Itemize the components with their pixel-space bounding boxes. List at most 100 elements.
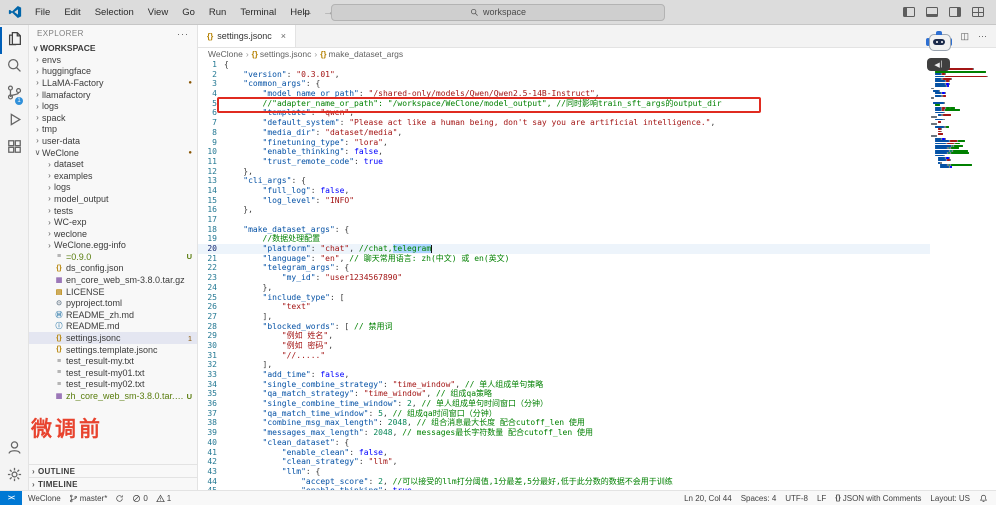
customize-layout-icon[interactable] bbox=[972, 7, 984, 17]
code-line-19[interactable]: //数据处理配置 bbox=[224, 234, 928, 244]
code-line-11[interactable]: "trust_remote_code": true bbox=[224, 157, 928, 167]
code-line-31[interactable]: "//....." bbox=[224, 351, 928, 361]
tree-item-weclone[interactable]: ›weclone bbox=[29, 228, 197, 240]
code-line-36[interactable]: "single_combine_time_window": 2, // 单人组成… bbox=[224, 399, 928, 409]
code-line-32[interactable]: ], bbox=[224, 360, 928, 370]
tree-item-weclone.egg-info[interactable]: ›WeClone.egg-info bbox=[29, 240, 197, 252]
code-line-38[interactable]: "combine_msg_max_length": 2048, // 组合消息最… bbox=[224, 418, 928, 428]
activity-run-and-debug[interactable] bbox=[0, 108, 28, 135]
activity-search[interactable] bbox=[0, 54, 28, 81]
code-line-21[interactable]: "language": "en", // 聊天常用语言: zh(中文) 或 en… bbox=[224, 254, 928, 264]
tree-item-weclone[interactable]: ∨WeClone● bbox=[29, 147, 197, 159]
code-line-42[interactable]: "clean_strategy": "llm", bbox=[224, 457, 928, 467]
tree-item-pyproject.toml[interactable]: ⊙pyproject.toml bbox=[29, 297, 197, 309]
code-line-37[interactable]: "qa_match_time_window": 5, // 组成qa时间窗口（分… bbox=[224, 409, 928, 419]
menu-terminal[interactable]: Terminal bbox=[233, 1, 283, 24]
tree-item-logs[interactable]: ›logs bbox=[29, 182, 197, 194]
code-line-2[interactable]: "version": "0.3.01", bbox=[224, 70, 928, 80]
split-editor-icon[interactable]: ◫ bbox=[960, 31, 969, 42]
status-encoding[interactable]: UTF-8 bbox=[785, 494, 808, 503]
code-line-22[interactable]: "telegram_args": { bbox=[224, 263, 928, 273]
activity-extensions[interactable] bbox=[0, 135, 28, 162]
code-line-41[interactable]: "enable_clean": false, bbox=[224, 448, 928, 458]
status-repo[interactable]: WeClone bbox=[28, 494, 61, 503]
nav-back-icon[interactable]: ← bbox=[302, 6, 313, 18]
tree-item-test-result-my.txt[interactable]: ≡test_result-my.txt bbox=[29, 355, 197, 367]
tree-item-test-result-my02.txt[interactable]: ≡test_result-my02.txt bbox=[29, 379, 197, 391]
outline-section[interactable]: ›OUTLINE bbox=[29, 464, 197, 477]
code-line-27[interactable]: ], bbox=[224, 312, 928, 322]
code-line-26[interactable]: "text" bbox=[224, 302, 928, 312]
timeline-section[interactable]: ›TIMELINE bbox=[29, 477, 197, 490]
code-line-35[interactable]: "qa_match_strategy": "time_window", // 组… bbox=[224, 389, 928, 399]
tree-item-user-data[interactable]: ›user-data bbox=[29, 135, 197, 147]
code-line-20[interactable]: "platform": "chat", //chat,telegram bbox=[224, 244, 928, 254]
tree-item-llama-factory[interactable]: ›LLaMA-Factory● bbox=[29, 77, 197, 89]
activity-explorer[interactable] bbox=[0, 27, 28, 54]
code-line-5[interactable]: //"adapter_name_or_path": "/workspace/We… bbox=[224, 99, 928, 109]
status-cursor-position[interactable]: Ln 20, Col 44 bbox=[684, 494, 732, 503]
toggle-secondary-sidebar-icon[interactable] bbox=[949, 7, 961, 17]
menu-edit[interactable]: Edit bbox=[57, 1, 87, 24]
editor-more-actions-icon[interactable]: ··· bbox=[978, 31, 987, 41]
status-sync[interactable] bbox=[115, 494, 124, 503]
code-line-24[interactable]: }, bbox=[224, 283, 928, 293]
code-line-34[interactable]: "single_combine_strategy": "time_window"… bbox=[224, 380, 928, 390]
code-line-16[interactable]: }, bbox=[224, 205, 928, 215]
tree-item-examples[interactable]: ›examples bbox=[29, 170, 197, 182]
code-line-9[interactable]: "finetuning_type": "lora", bbox=[224, 138, 928, 148]
status-branch[interactable]: master* bbox=[69, 494, 108, 503]
status-language-mode[interactable]: {}JSON with Comments bbox=[835, 494, 921, 503]
code-line-23[interactable]: "my_id": "user1234567890" bbox=[224, 273, 928, 283]
tree-item-huggingface[interactable]: ›huggingface bbox=[29, 66, 197, 78]
assistant-avatar[interactable] bbox=[926, 28, 952, 54]
code-line-10[interactable]: "enable_thinking": false, bbox=[224, 147, 928, 157]
tree-item-en-core-web-sm-3.8.0.tar.gz[interactable]: ▦en_core_web_sm-3.8.0.tar.gz bbox=[29, 274, 197, 286]
tree-item-tests[interactable]: ›tests bbox=[29, 205, 197, 217]
code-line-45[interactable]: "enable_thinking": true bbox=[224, 486, 928, 490]
code-line-25[interactable]: "include_type": [ bbox=[224, 293, 928, 303]
status-errors[interactable]: 0 bbox=[132, 494, 147, 503]
toggle-sidebar-icon[interactable] bbox=[903, 7, 915, 17]
code-line-29[interactable]: "例如 姓名", bbox=[224, 331, 928, 341]
code-line-28[interactable]: "blocked_words": [ // 禁用词 bbox=[224, 322, 928, 332]
explorer-more-actions-icon[interactable]: ··· bbox=[177, 29, 189, 39]
tree-item-readme-zh.md[interactable]: ⓂREADME_zh.md bbox=[29, 309, 197, 321]
breadcrumb-make_dataset_args[interactable]: {}make_dataset_args bbox=[320, 49, 403, 59]
tree-item-readme.md[interactable]: ⓘREADME.md bbox=[29, 321, 197, 333]
code-line-43[interactable]: "llm": { bbox=[224, 467, 928, 477]
tree-item-license[interactable]: ▤LICENSE bbox=[29, 286, 197, 298]
code-line-40[interactable]: "clean_dataset": { bbox=[224, 438, 928, 448]
remote-indicator[interactable]: >< bbox=[0, 491, 22, 505]
code-line-33[interactable]: "add_time": false, bbox=[224, 370, 928, 380]
collapse-widget-button[interactable]: ◀| bbox=[927, 58, 950, 71]
breadcrumb-weclone[interactable]: WeClone bbox=[208, 49, 243, 59]
tree-item-test-result-my01.txt[interactable]: ≡test_result-my01.txt bbox=[29, 367, 197, 379]
tree-item-envs[interactable]: ›envs bbox=[29, 54, 197, 66]
status-indentation[interactable]: Spaces: 4 bbox=[741, 494, 777, 503]
activity-source-control[interactable]: 1 bbox=[0, 81, 28, 108]
toggle-panel-icon[interactable] bbox=[926, 7, 938, 17]
code-line-30[interactable]: "例如 密码", bbox=[224, 341, 928, 351]
code-line-3[interactable]: "common_args": { bbox=[224, 79, 928, 89]
status-keyboard-layout[interactable]: Layout: US bbox=[930, 494, 970, 503]
code-line-7[interactable]: "default_system": "Please act like a hum… bbox=[224, 118, 928, 128]
menu-go[interactable]: Go bbox=[175, 1, 202, 24]
code-line-12[interactable]: }, bbox=[224, 167, 928, 177]
status-warnings[interactable]: 1 bbox=[156, 494, 171, 503]
menu-file[interactable]: File bbox=[28, 1, 57, 24]
activity-accounts[interactable] bbox=[0, 436, 28, 463]
code-line-6[interactable]: "template": "qwen", bbox=[224, 108, 928, 118]
code-line-8[interactable]: "media_dir": "dataset/media", bbox=[224, 128, 928, 138]
breadcrumb-settings.jsonc[interactable]: {}settings.jsonc bbox=[252, 49, 312, 59]
tree-item-ds-config.json[interactable]: {}ds_config.json bbox=[29, 263, 197, 275]
code-line-15[interactable]: "log_level": "INFO" bbox=[224, 196, 928, 206]
code-line-18[interactable]: "make_dataset_args": { bbox=[224, 225, 928, 235]
activity-manage[interactable] bbox=[0, 463, 28, 490]
code-line-17[interactable] bbox=[224, 215, 928, 225]
code-line-39[interactable]: "messages_max_length": 2048, // messages… bbox=[224, 428, 928, 438]
tree-item-zh-core-web-sm-3.8.0.tar.gz[interactable]: ▦zh_core_web_sm-3.8.0.tar.gzU bbox=[29, 390, 197, 402]
minimap[interactable] bbox=[931, 61, 993, 169]
code-line-4[interactable]: "model_name_or_path": "/shared-only/mode… bbox=[224, 89, 928, 99]
code-editor[interactable]: 1234567891011121314151617181920212223242… bbox=[198, 60, 996, 490]
